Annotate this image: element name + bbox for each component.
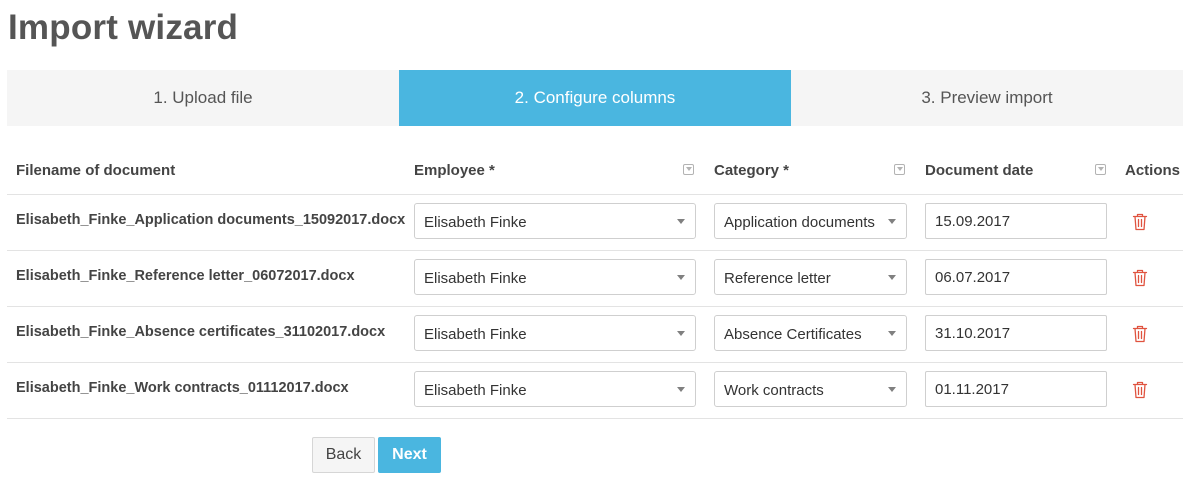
table-row: Elisabeth_Finke_Application documents_15… xyxy=(7,195,1183,251)
header-filename: Filename of document xyxy=(16,162,176,179)
document-date-input[interactable] xyxy=(925,371,1107,407)
header-category: Category * xyxy=(714,162,790,179)
table-row: Elisabeth_Finke_Absence certificates_311… xyxy=(7,307,1183,363)
step-preview-import[interactable]: 3. Preview import xyxy=(791,70,1183,126)
employee-select[interactable]: Elisabeth Finke xyxy=(414,203,696,239)
filename-cell: Elisabeth_Finke_Absence certificates_311… xyxy=(16,324,386,340)
employee-select-value: Elisabeth Finke xyxy=(424,214,527,231)
employee-select[interactable]: Elisabeth Finke xyxy=(414,371,696,407)
category-select[interactable]: Application documents xyxy=(714,203,907,239)
trash-icon[interactable] xyxy=(1132,213,1148,231)
employee-select[interactable]: Elisabeth Finke xyxy=(414,259,696,295)
back-button[interactable]: Back xyxy=(312,437,375,473)
header-document-date: Document date xyxy=(925,162,1034,179)
trash-icon[interactable] xyxy=(1132,325,1148,343)
employee-select-value: Elisabeth Finke xyxy=(424,326,527,343)
document-date-input[interactable] xyxy=(925,259,1107,295)
category-select[interactable]: Absence Certificates xyxy=(714,315,907,351)
document-date-input[interactable] xyxy=(925,203,1107,239)
category-filter-icon[interactable] xyxy=(894,164,905,175)
caret-down-icon xyxy=(888,331,896,336)
employee-select-value: Elisabeth Finke xyxy=(424,382,527,399)
filename-cell: Elisabeth_Finke_Application documents_15… xyxy=(16,212,406,228)
header-actions: Actions xyxy=(1125,162,1181,179)
category-select-value: Reference letter xyxy=(724,270,831,287)
next-button[interactable]: Next xyxy=(378,437,441,473)
caret-down-icon xyxy=(677,275,685,280)
table-header: Filename of document Employee * Category… xyxy=(7,148,1183,195)
caret-down-icon xyxy=(677,331,685,336)
filename-cell: Elisabeth_Finke_Work contracts_01112017.… xyxy=(16,380,349,396)
table-row: Elisabeth_Finke_Reference letter_0607201… xyxy=(7,251,1183,307)
document-date-input[interactable] xyxy=(925,315,1107,351)
employee-select-value: Elisabeth Finke xyxy=(424,270,527,287)
category-select[interactable]: Reference letter xyxy=(714,259,907,295)
caret-down-icon xyxy=(677,387,685,392)
caret-down-icon xyxy=(677,219,685,224)
table-row: Elisabeth_Finke_Work contracts_01112017.… xyxy=(7,363,1183,419)
caret-down-icon xyxy=(888,219,896,224)
step-upload-file[interactable]: 1. Upload file xyxy=(7,70,399,126)
filename-cell: Elisabeth_Finke_Reference letter_0607201… xyxy=(16,268,355,284)
page-title: Import wizard xyxy=(8,8,239,47)
date-filter-icon[interactable] xyxy=(1095,164,1106,175)
category-select-value: Absence Certificates xyxy=(724,326,862,343)
step-configure-columns[interactable]: 2. Configure columns xyxy=(399,70,791,126)
category-select[interactable]: Work contracts xyxy=(714,371,907,407)
caret-down-icon xyxy=(888,387,896,392)
header-employee: Employee * xyxy=(414,162,495,179)
import-table: Filename of document Employee * Category… xyxy=(7,148,1183,419)
trash-icon[interactable] xyxy=(1132,381,1148,399)
caret-down-icon xyxy=(888,275,896,280)
wizard-steps: 1. Upload file 2. Configure columns 3. P… xyxy=(7,70,1183,126)
trash-icon[interactable] xyxy=(1132,269,1148,287)
category-select-value: Application documents xyxy=(724,214,875,231)
category-select-value: Work contracts xyxy=(724,382,824,399)
employee-select[interactable]: Elisabeth Finke xyxy=(414,315,696,351)
employee-filter-icon[interactable] xyxy=(683,164,694,175)
